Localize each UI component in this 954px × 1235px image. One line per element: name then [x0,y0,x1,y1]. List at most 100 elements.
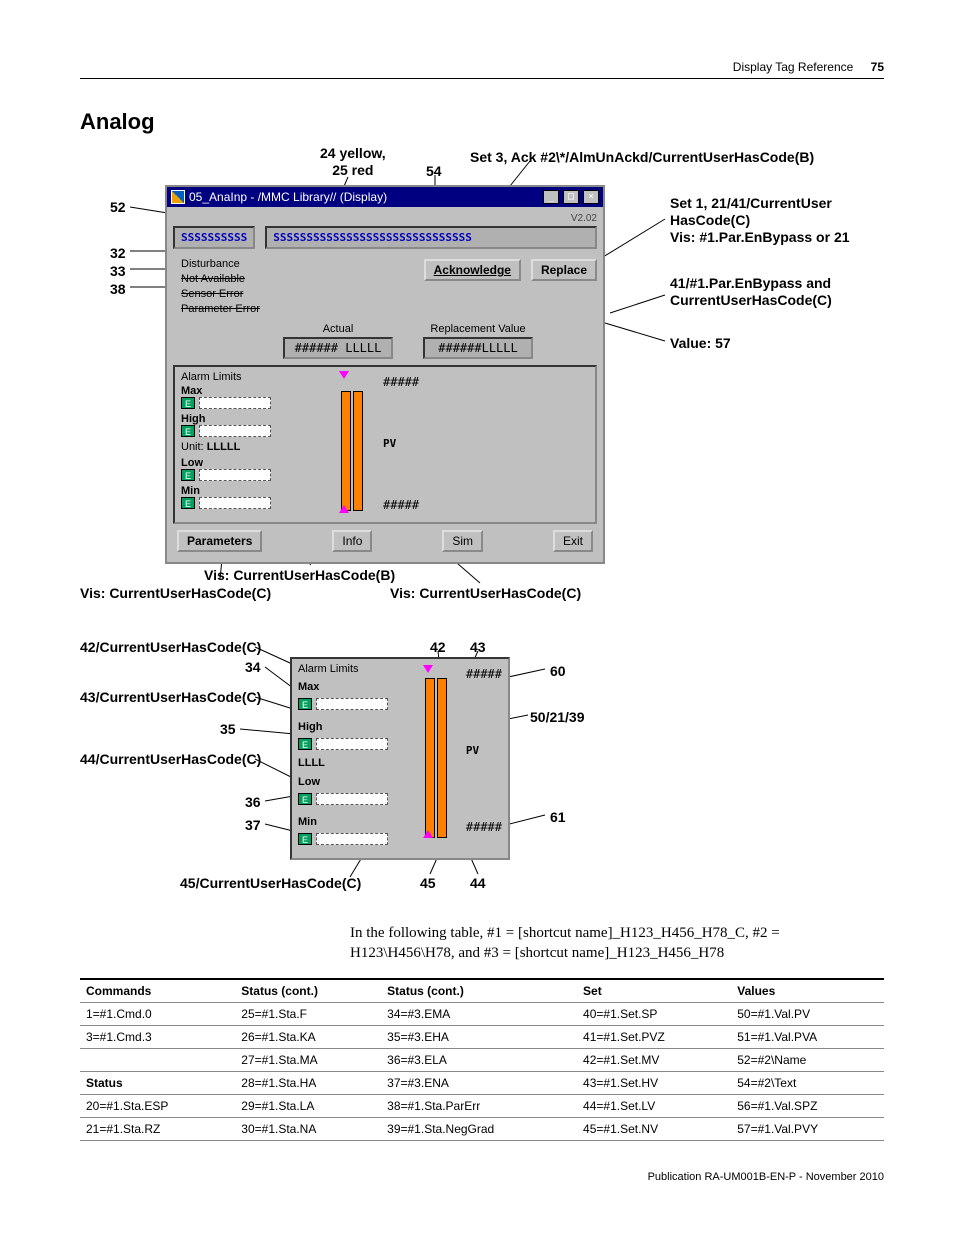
e-indicator-high-2: E [298,738,312,750]
table-cell: 26=#1.Sta.KA [235,1025,381,1048]
table-cell: 52=#2\Name [731,1048,884,1071]
table-cell: 1=#1.Cmd.0 [80,1002,235,1025]
unit-value: LLLLL [207,441,241,453]
table-cell: 36=#3.ELA [381,1048,577,1071]
table-cell: 57=#1.Val.PVY [731,1117,884,1140]
label-max: Max [181,385,202,397]
status-sensor-error: Sensor Error [181,287,414,302]
table-cell: 21=#1.Sta.RZ [80,1117,235,1140]
footer-publication: Publication RA-UM001B-EN-P - November 20… [80,1171,884,1183]
page-header: Display Tag Reference 75 [80,60,884,79]
label-min-2: Min [298,816,317,828]
parameters-button[interactable]: Parameters [177,530,262,552]
label-replacement: Replacement Value [423,323,533,335]
status-not-available: Not Available [181,272,414,287]
e-indicator-low: E [181,469,195,481]
table-cell: 50=#1.Val.PV [731,1002,884,1025]
table-cell: 37=#3.ENA [381,1071,577,1094]
table-cell: 3=#1.Cmd.3 [80,1025,235,1048]
info-button[interactable]: Info [332,530,372,552]
label-pv-2: PV [466,744,502,757]
hash-bottom-2: ##### [466,820,502,834]
alarm-limits-title-2: Alarm Limits [298,663,415,675]
table-cell: Status [80,1071,235,1094]
acknowledge-button[interactable]: Acknowledge [424,259,521,281]
alarm-limits-panel: Alarm Limits Max E High E Unit: LLLLL Lo… [173,365,597,524]
e-indicator-min-2: E [298,833,312,845]
section-title: Display Tag Reference [733,60,854,74]
table-cell: 39=#1.Sta.NegGrad [381,1117,577,1140]
alarm-limits-zoom-panel: Alarm Limits Max E High E LLLL Low E Min… [290,657,510,860]
dialog-title: 05_AnaInp - /MMC Library// (Display) [189,190,387,204]
table-cell: 51=#1.Val.PVA [731,1025,884,1048]
table-cell: 29=#1.Sta.LA [235,1094,381,1117]
low-field[interactable] [199,469,271,481]
table-row: 21=#1.Sta.RZ30=#1.Sta.NA39=#1.Sta.NegGra… [80,1117,884,1140]
table-cell: 41=#1.Set.PVZ [577,1025,731,1048]
table-row: 3=#1.Cmd.326=#1.Sta.KA35=#3.EHA41=#1.Set… [80,1025,884,1048]
table-cell: 43=#1.Set.HV [577,1071,731,1094]
version-label: V2.02 [173,213,597,224]
field-s2: SSSSSSSSSSSSSSSSSSSSSSSSSSSSSS [265,226,597,249]
low-field-2[interactable] [316,793,388,805]
label-min: Min [181,485,200,497]
status-disturbance: Disturbance [181,257,414,272]
table-cell: 40=#1.Set.SP [577,1002,731,1025]
e-indicator-min: E [181,497,195,509]
high-field[interactable] [199,425,271,437]
table-cell: 42=#1.Set.MV [577,1048,731,1071]
column-header: Commands [80,979,235,1003]
maximize-icon[interactable]: □ [563,190,579,204]
sim-button[interactable]: Sim [442,530,483,552]
label-high-2: High [298,721,322,733]
label-max-2: Max [298,681,319,693]
label-high: High [181,413,205,425]
minimize-icon[interactable]: _ [543,190,559,204]
table-cell [80,1048,235,1071]
page-number: 75 [871,60,884,74]
app-icon [171,190,185,204]
label-pv: PV [383,437,419,450]
table-cell: 20=#1.Sta.ESP [80,1094,235,1117]
table-cell: 35=#3.EHA [381,1025,577,1048]
close-icon[interactable]: × [583,190,599,204]
table-row: 20=#1.Sta.ESP29=#1.Sta.LA38=#1.Sta.ParEr… [80,1094,884,1117]
column-header: Values [731,979,884,1003]
e-indicator-max: E [181,397,195,409]
hash-top: ##### [383,375,419,389]
llll-label: LLLL [298,757,415,769]
table-row: Status28=#1.Sta.HA37=#3.ENA43=#1.Set.HV5… [80,1071,884,1094]
field-s1: SSSSSSSSSS [173,226,255,249]
table-cell: 27=#1.Sta.MA [235,1048,381,1071]
page-title: Analog [80,109,884,135]
table-cell: 44=#1.Set.LV [577,1094,731,1117]
min-field[interactable] [199,497,271,509]
column-header: Status (cont.) [235,979,381,1003]
max-field[interactable] [199,397,271,409]
table-cell: 28=#1.Sta.HA [235,1071,381,1094]
table-row: 27=#1.Sta.MA36=#3.ELA42=#1.Set.MV52=#2\N… [80,1048,884,1071]
value-actual: ###### LLLLL [283,337,393,359]
tags-reference-table: CommandsStatus (cont.)Status (cont.)SetV… [80,978,884,1141]
e-indicator-low-2: E [298,793,312,805]
replace-button[interactable]: Replace [531,259,597,281]
figure-2: 42/CurrentUserHasCode(C) 43/CurrentUserH… [80,629,890,919]
max-field-2[interactable] [316,698,388,710]
table-cell: 54=#2\Text [731,1071,884,1094]
min-field-2[interactable] [316,833,388,845]
status-parameter-error: Parameter Error [181,302,414,317]
value-replacement: ######LLLLL [423,337,533,359]
dialog-titlebar: 05_AnaInp - /MMC Library// (Display) _ □… [167,187,603,207]
alarm-limits-title: Alarm Limits [181,371,331,383]
exit-button[interactable]: Exit [553,530,593,552]
label-unit: Unit: [181,441,204,453]
label-actual: Actual [283,323,393,335]
column-header: Status (cont.) [381,979,577,1003]
table-row: 1=#1.Cmd.025=#1.Sta.F34=#3.EMA40=#1.Set.… [80,1002,884,1025]
table-cell: 38=#1.Sta.ParErr [381,1094,577,1117]
table-cell: 45=#1.Set.NV [577,1117,731,1140]
high-field-2[interactable] [316,738,388,750]
hash-bottom: ##### [383,498,419,512]
column-header: Set [577,979,731,1003]
figure-1: 24 yellow, 25 red 54 Set 3, Ack #2\*/Alm… [80,145,890,625]
